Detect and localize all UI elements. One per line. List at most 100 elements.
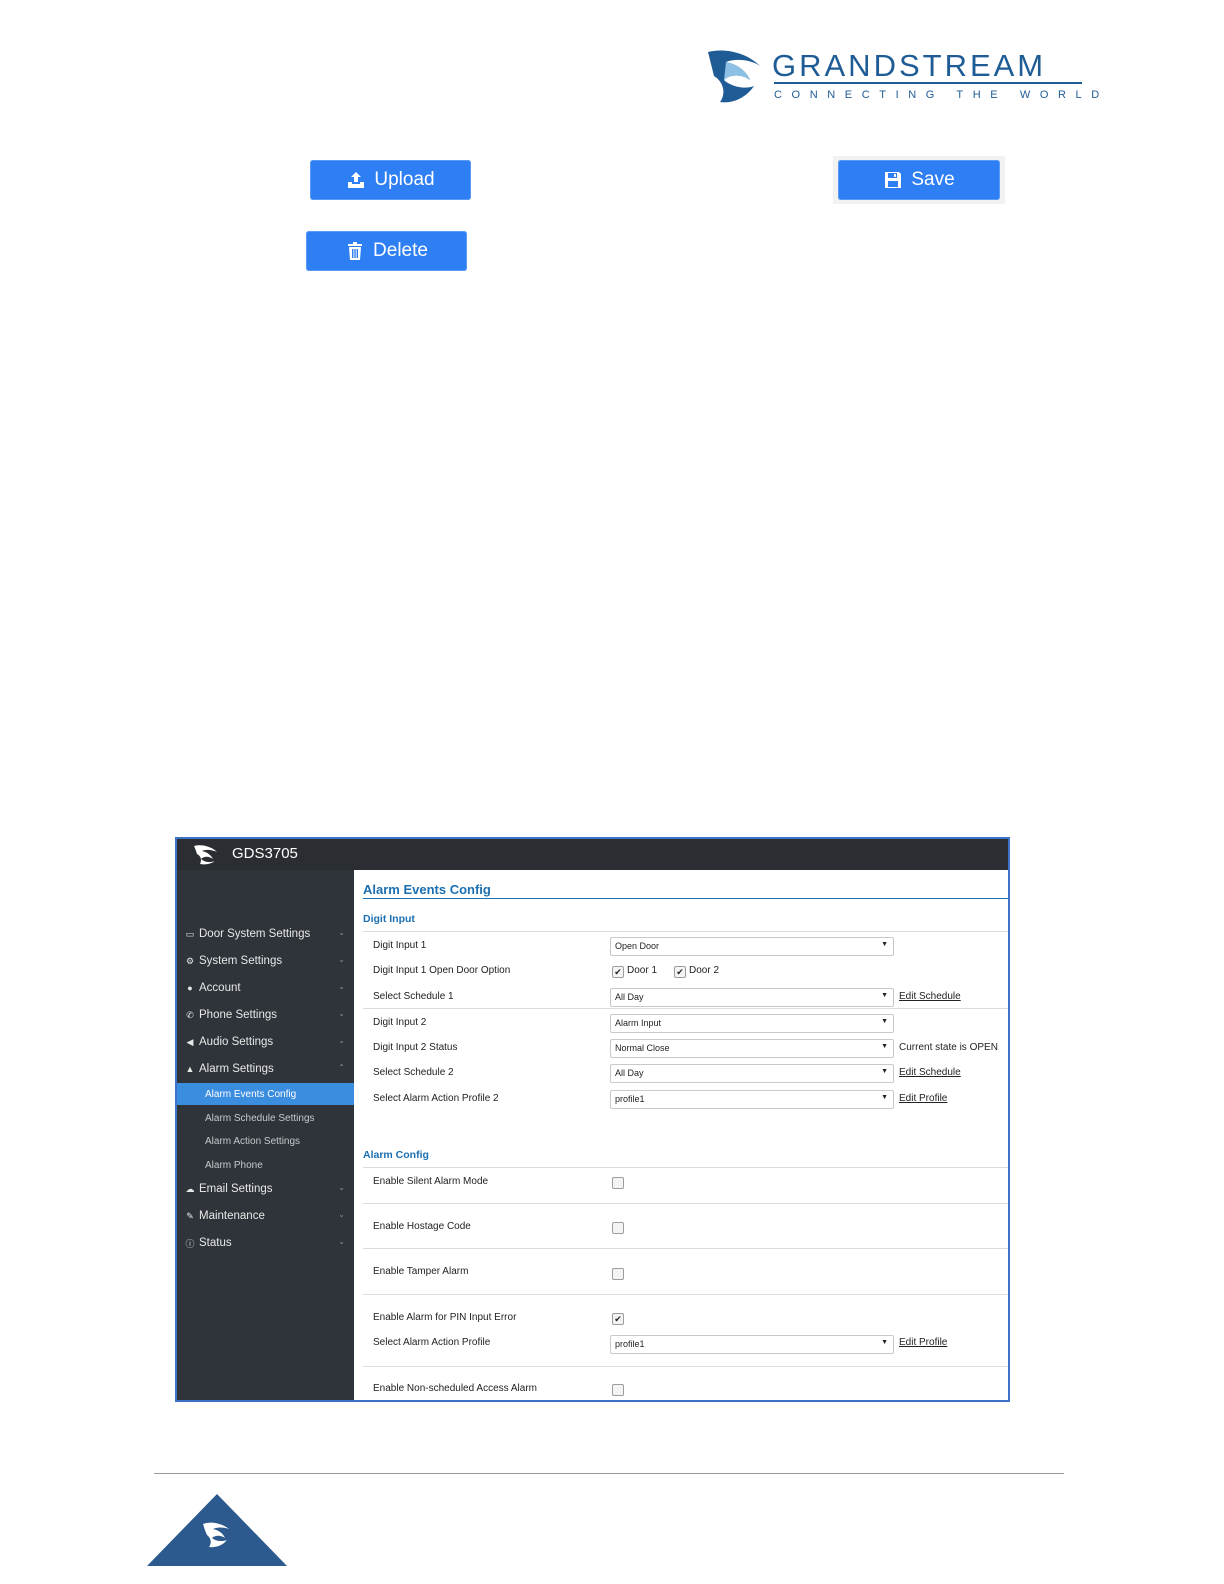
footer-divider	[154, 1473, 1064, 1474]
door-2-checkbox[interactable]: ✔	[674, 966, 686, 978]
chevron-down-icon: ⌄	[338, 1036, 345, 1045]
chevron-up-icon: ⌃	[338, 1063, 345, 1072]
save-button[interactable]: Save	[838, 160, 1000, 200]
dropdown-arrow-icon: ▼	[881, 941, 888, 948]
tools-icon: ✎	[186, 1210, 194, 1221]
info-icon: ⓘ	[185, 1238, 195, 1249]
checkbox-label: Door 2	[689, 965, 720, 976]
sidebar-item-label: Phone Settings	[199, 1009, 278, 1021]
top-bar: GDS3705	[177, 839, 1008, 870]
divider	[363, 1167, 1008, 1168]
sidebar-subitem-alarm-events-config[interactable]: Alarm Events Config	[177, 1083, 354, 1105]
edit-profile-link[interactable]: Edit Profile	[899, 1337, 947, 1348]
divider	[363, 1294, 1008, 1295]
sidebar-item-label: Audio Settings	[199, 1036, 274, 1048]
alarm-events-screenshot: GDS3705 ▭ Door System Settings ⌄ ⚙ Syste…	[175, 837, 1010, 1402]
dropdown-arrow-icon: ▼	[881, 1094, 888, 1101]
dropdown-arrow-icon: ▼	[881, 1018, 888, 1025]
sidebar-subitem-label: Alarm Events Config	[205, 1088, 297, 1100]
sidebar-item-audio-settings[interactable]: ◀ Audio Settings ⌄	[177, 1031, 354, 1053]
dropdown-arrow-icon: ▼	[881, 1043, 888, 1050]
grandstream-logo: GRANDSTREAM CONNECTING THE WORLD	[706, 46, 1099, 108]
field-label: Enable Hostage Code	[373, 1221, 471, 1232]
brand-tagline: CONNECTING THE WORLD	[774, 89, 1109, 101]
field-label: Digit Input 1	[373, 940, 427, 951]
divider	[363, 1203, 1008, 1204]
action-profile-select[interactable]: profile1 ▼	[610, 1335, 894, 1354]
field-label: Digit Input 2 Status	[373, 1042, 458, 1053]
schedule-2-select[interactable]: All Day ▼	[610, 1064, 894, 1083]
sidebar-item-maintenance[interactable]: ✎ Maintenance ⌄	[177, 1205, 354, 1227]
upload-button[interactable]: Upload	[310, 160, 471, 200]
upload-icon	[348, 172, 365, 188]
non-scheduled-alarm-checkbox[interactable]	[612, 1384, 624, 1396]
pin-error-checkbox[interactable]: ✔	[612, 1313, 624, 1325]
brand-rule	[774, 82, 1082, 84]
chevron-down-icon: ⌄	[338, 1237, 345, 1246]
sidebar-item-label: Alarm Settings	[199, 1063, 274, 1075]
user-icon: ●	[187, 983, 193, 993]
sidebar: ▭ Door System Settings ⌄ ⚙ System Settin…	[177, 870, 354, 1400]
speaker-icon: ◀	[186, 1036, 194, 1047]
cloud-icon: ☁	[185, 1183, 195, 1194]
grandstream-mini-icon	[194, 845, 217, 865]
sidebar-item-alarm-settings[interactable]: ▲ Alarm Settings ⌃	[177, 1058, 354, 1080]
select-value: All Day	[615, 992, 644, 1002]
bell-icon: ▲	[185, 1064, 195, 1074]
field-label: Enable Silent Alarm Mode	[373, 1176, 489, 1187]
sidebar-item-label: System Settings	[199, 955, 283, 967]
sidebar-subitem-label: Alarm Schedule Settings	[205, 1112, 315, 1124]
tamper-alarm-checkbox[interactable]	[612, 1268, 624, 1280]
field-label: Select Alarm Action Profile	[373, 1337, 491, 1348]
sidebar-item-status[interactable]: ⓘ Status ⌄	[177, 1232, 354, 1254]
select-value: profile1	[615, 1094, 645, 1104]
sidebar-item-label: Door System Settings	[199, 928, 311, 940]
chevron-down-icon: ⌄	[338, 1009, 345, 1018]
sidebar-item-door-system-settings[interactable]: ▭ Door System Settings ⌄	[177, 923, 354, 945]
field-label: Select Schedule 2	[373, 1067, 454, 1078]
phone-icon: ✆	[186, 1009, 194, 1020]
select-value: Alarm Input	[615, 1018, 662, 1028]
edit-schedule-link[interactable]: Edit Schedule	[899, 1067, 961, 1078]
field-label: Enable Tamper Alarm	[373, 1266, 469, 1277]
sidebar-item-phone-settings[interactable]: ✆ Phone Settings ⌄	[177, 1004, 354, 1026]
sidebar-subitem-label: Alarm Phone	[205, 1159, 263, 1171]
chevron-down-icon: ⌄	[338, 1183, 345, 1192]
sidebar-item-label: Status	[199, 1237, 232, 1249]
chevron-down-icon: ⌄	[338, 1210, 345, 1219]
schedule-1-select[interactable]: All Day ▼	[610, 988, 894, 1007]
sidebar-item-account[interactable]: ● Account ⌄	[177, 977, 354, 999]
door-1-checkbox[interactable]: ✔	[612, 966, 624, 978]
field-label: Enable Alarm for PIN Input Error	[373, 1312, 517, 1323]
digit-input-2-status-select[interactable]: Normal Close ▼	[610, 1039, 894, 1058]
checkbox-label: Door 1	[627, 965, 658, 976]
edit-profile-link[interactable]: Edit Profile	[899, 1093, 947, 1104]
silent-alarm-checkbox[interactable]	[612, 1177, 624, 1189]
edit-schedule-link[interactable]: Edit Schedule	[899, 991, 961, 1002]
sidebar-subitem-alarm-schedule-settings[interactable]: Alarm Schedule Settings	[177, 1107, 354, 1129]
section-title-alarm-config: Alarm Config	[363, 1149, 429, 1161]
divider	[363, 1248, 1008, 1249]
hostage-code-checkbox[interactable]	[612, 1222, 624, 1234]
sidebar-subitem-alarm-phone[interactable]: Alarm Phone	[177, 1154, 354, 1176]
page-title: Alarm Events Config	[363, 882, 491, 897]
action-profile-2-select[interactable]: profile1 ▼	[610, 1090, 894, 1109]
section-title-digit-input: Digit Input	[363, 913, 415, 925]
dropdown-arrow-icon: ▼	[881, 1339, 888, 1346]
field-label: Digit Input 2	[373, 1017, 427, 1028]
sidebar-item-label: Email Settings	[199, 1183, 273, 1195]
sidebar-subitem-alarm-action-settings[interactable]: Alarm Action Settings	[177, 1130, 354, 1152]
field-label: Select Alarm Action Profile 2	[373, 1093, 499, 1104]
chevron-down-icon: ⌄	[338, 955, 345, 964]
digit-input-2-select[interactable]: Alarm Input ▼	[610, 1014, 894, 1033]
delete-label: Delete	[373, 240, 428, 261]
delete-button[interactable]: Delete	[306, 231, 467, 271]
select-value: All Day	[615, 1068, 644, 1078]
digit-input-1-select[interactable]: Open Door ▼	[610, 937, 894, 956]
device-model: GDS3705	[232, 845, 298, 862]
dropdown-arrow-icon: ▼	[881, 1068, 888, 1075]
sidebar-item-email-settings[interactable]: ☁ Email Settings ⌄	[177, 1178, 354, 1200]
divider	[363, 1366, 1008, 1367]
sidebar-item-label: Account	[199, 982, 241, 994]
sidebar-item-system-settings[interactable]: ⚙ System Settings ⌄	[177, 950, 354, 972]
